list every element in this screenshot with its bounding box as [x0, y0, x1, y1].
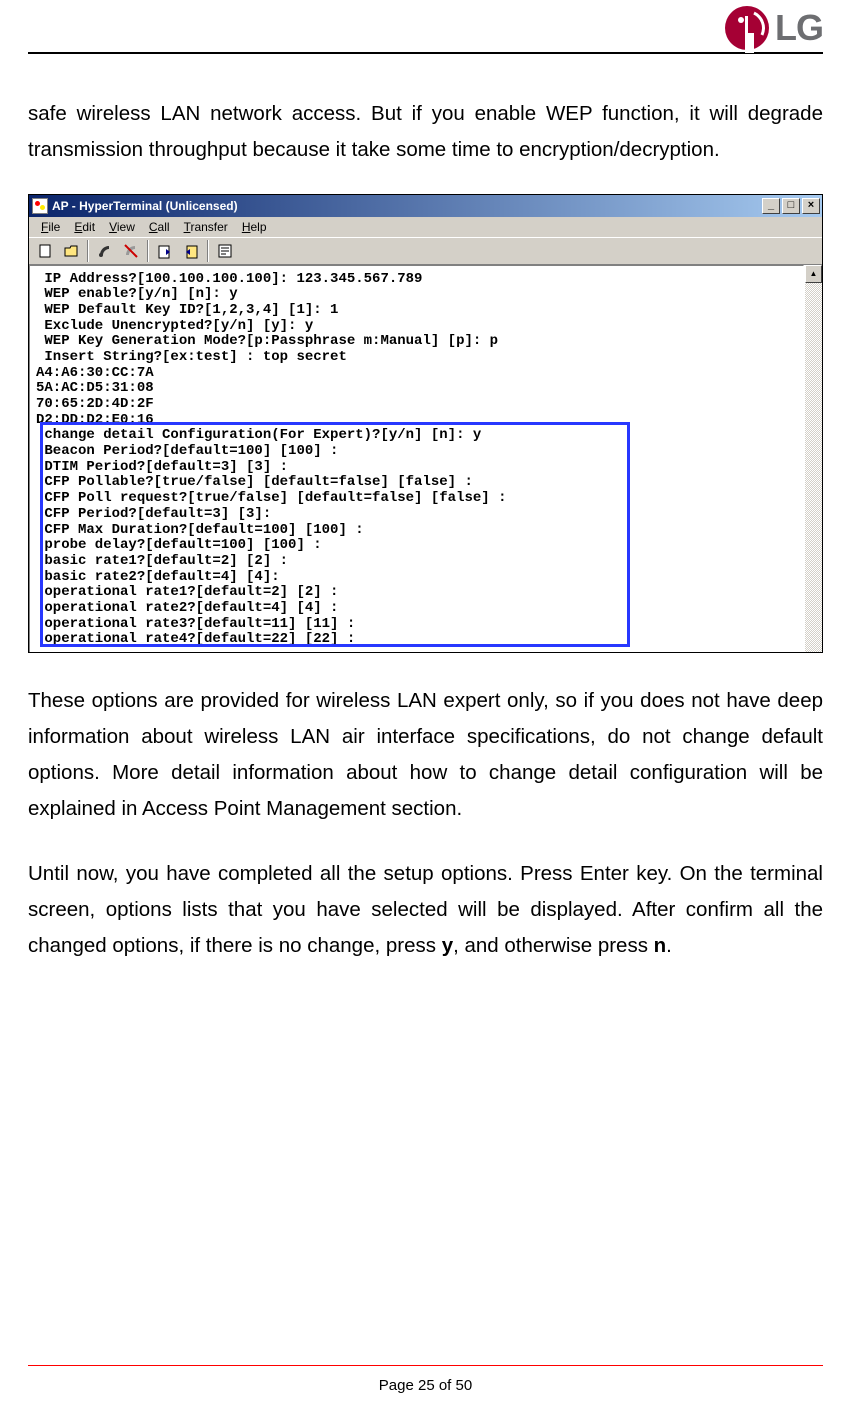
lg-logo-text: LG — [775, 7, 823, 49]
page-number: Page 25 of 50 — [0, 1377, 851, 1394]
close-button[interactable]: × — [802, 198, 820, 214]
menu-edit[interactable]: Edit — [68, 220, 101, 234]
menu-help[interactable]: Help — [236, 220, 273, 234]
key-y: y — [442, 934, 453, 957]
page-header: LG — [28, 0, 823, 50]
toolbar-new-icon[interactable] — [33, 240, 57, 262]
scroll-up-button[interactable]: ▲ — [805, 265, 822, 283]
maximize-button[interactable]: □ — [782, 198, 800, 214]
scroll-track[interactable] — [805, 283, 822, 652]
paragraph-3a: Until now, you have completed all the se… — [28, 862, 823, 957]
toolbar-properties-icon[interactable] — [213, 240, 237, 262]
vertical-scrollbar[interactable]: ▲ — [804, 265, 822, 652]
toolbar-disconnect-icon[interactable] — [119, 240, 143, 262]
app-icon — [32, 198, 48, 214]
paragraph-3b: , and otherwise press — [453, 934, 654, 957]
header-rule — [28, 52, 823, 54]
minimize-button[interactable]: _ — [762, 198, 780, 214]
toolbar — [29, 237, 822, 265]
menu-file[interactable]: File — [35, 220, 66, 234]
paragraph-3: Until now, you have completed all the se… — [28, 856, 823, 964]
menu-transfer[interactable]: Transfer — [178, 220, 234, 234]
footer-rule — [28, 1365, 823, 1366]
lg-face-icon — [725, 6, 769, 50]
paragraph-2: These options are provided for wireless … — [28, 683, 823, 827]
menu-view[interactable]: View — [103, 220, 141, 234]
paragraph-3c: . — [666, 934, 672, 957]
window-titlebar[interactable]: AP - HyperTerminal (Unlicensed) _ □ × — [29, 195, 822, 217]
toolbar-open-icon[interactable] — [59, 240, 83, 262]
paragraph-1: safe wireless LAN network access. But if… — [28, 96, 823, 168]
lg-logo: LG — [725, 6, 823, 50]
key-n: n — [654, 934, 667, 957]
terminal-output[interactable]: IP Address?[100.100.100.100]: 123.345.56… — [29, 265, 804, 652]
document-page: LG safe wireless LAN network access. But… — [0, 0, 851, 1414]
toolbar-connect-icon[interactable] — [93, 240, 117, 262]
window-title: AP - HyperTerminal (Unlicensed) — [52, 199, 238, 213]
menu-call[interactable]: Call — [143, 220, 176, 234]
toolbar-receive-icon[interactable] — [179, 240, 203, 262]
toolbar-send-icon[interactable] — [153, 240, 177, 262]
hyperterminal-window: AP - HyperTerminal (Unlicensed) _ □ × Fi… — [28, 194, 823, 653]
menu-bar: File Edit View Call Transfer Help — [29, 217, 822, 237]
expert-config-highlight — [40, 422, 630, 647]
